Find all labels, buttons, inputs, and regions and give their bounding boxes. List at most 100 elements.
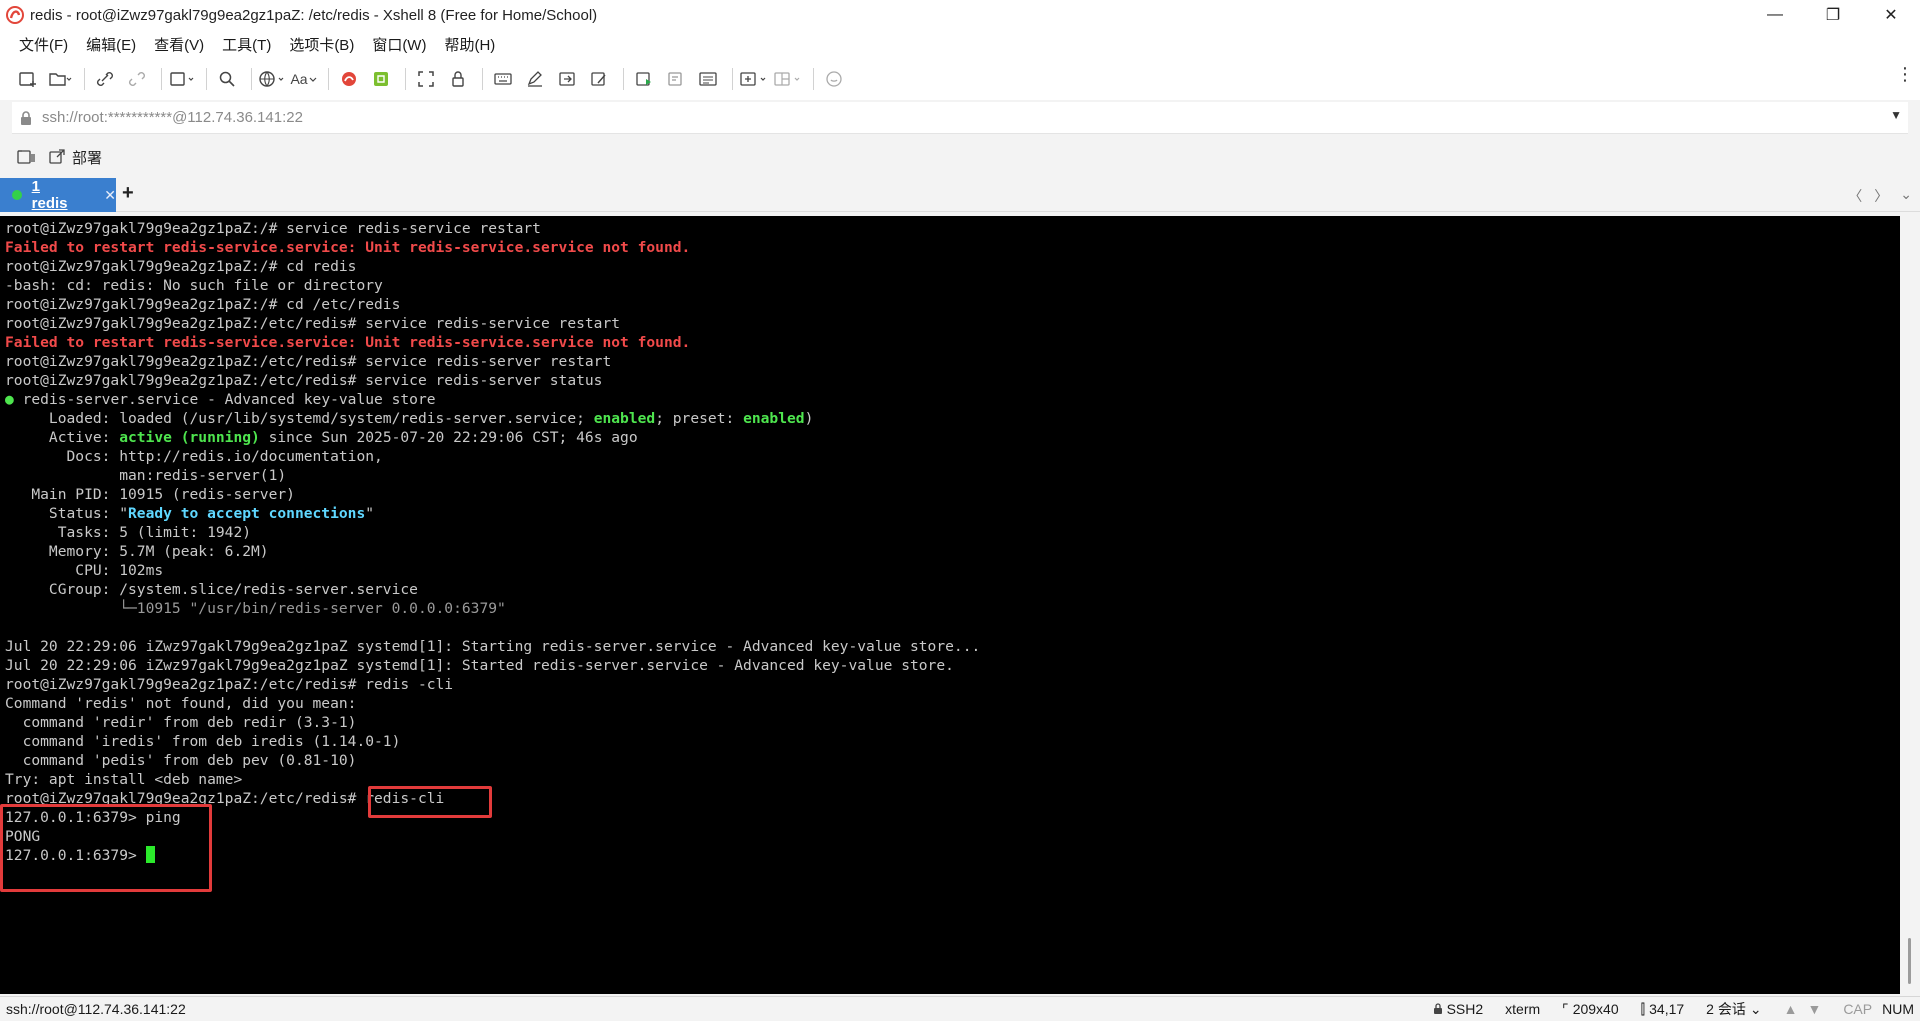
terminal-text: root@iZwz97gakl79g9ea2gz1paZ:/etc/redis#… <box>5 315 621 332</box>
address-input[interactable]: ssh://root:***********@112.74.36.141:22 <box>42 109 303 126</box>
font-label: Aa <box>290 71 308 87</box>
terminal-line: root@iZwz97gakl79g9ea2gz1paZ:/# service … <box>5 219 980 238</box>
chevron-down-icon[interactable]: ▼ <box>1890 108 1902 122</box>
terminal-line: Active: active (running) since Sun 2025-… <box>5 428 980 447</box>
terminal-line: Jul 20 22:29:06 iZwz97gakl79g9ea2gz1paZ … <box>5 637 980 656</box>
restore-button[interactable]: ❐ <box>1804 0 1862 30</box>
terminal-text: └─10915 "/usr/bin/redis-server 0.0.0.0:6… <box>5 600 506 617</box>
chevron-left-icon[interactable]: 〈 <box>1848 186 1862 206</box>
tab-redis[interactable]: 1 redis ✕ <box>0 178 116 212</box>
toolbar-separator <box>161 68 162 90</box>
lock-icon[interactable] <box>444 64 472 94</box>
font-icon[interactable]: Aa <box>290 64 318 94</box>
terminal-text: man:redis-server(1) <box>5 467 287 484</box>
menu-tab[interactable]: 选项卡(B) <box>280 34 363 55</box>
add-pane-icon[interactable] <box>739 64 769 94</box>
xshell-logo-icon <box>4 4 26 26</box>
layout-icon[interactable] <box>694 64 722 94</box>
menu-bar: 文件(F) 编辑(E) 查看(V) 工具(T) 选项卡(B) 窗口(W) 帮助(… <box>0 30 1920 58</box>
terminal-text: CPU: 102ms <box>5 562 164 579</box>
terminal-line: Docs: http://redis.io/documentation, <box>5 447 980 466</box>
deploy-button[interactable]: 部署 <box>48 147 102 168</box>
status-bar: ssh://root@112.74.36.141:22 SSH2 xterm ⌜… <box>0 996 1920 1020</box>
external-link-icon <box>49 149 65 164</box>
title-bar: redis - root@iZwz97gakl79g9ea2gz1paZ: /e… <box>0 0 1920 30</box>
menu-view[interactable]: 查看(V) <box>145 34 213 55</box>
keyboard-icon[interactable] <box>489 64 517 94</box>
menu-file[interactable]: 文件(F) <box>10 34 77 55</box>
terminal-line: CGroup: /system.slice/redis-server.servi… <box>5 580 980 599</box>
close-button[interactable]: ✕ <box>1862 0 1920 30</box>
terminal-text: ; preset: <box>655 410 744 427</box>
terminal-line: Tasks: 5 (limit: 1942) <box>5 523 980 542</box>
status-cap: CAP <box>1843 1001 1873 1017</box>
terminal[interactable]: root@iZwz97gakl79g9ea2gz1paZ:/# service … <box>0 216 1900 994</box>
toolbar-separator <box>813 68 814 90</box>
lock-icon <box>12 110 40 126</box>
macro-icon[interactable] <box>630 64 658 94</box>
send-icon[interactable] <box>553 64 581 94</box>
quick-bar-icon[interactable] <box>16 148 36 166</box>
terminal-text: Failed to restart redis-service.service:… <box>5 239 691 256</box>
xftp-icon[interactable] <box>335 64 363 94</box>
status-sessions[interactable]: 2 会话 <box>1706 999 1746 1019</box>
terminal-line: root@iZwz97gakl79g9ea2gz1paZ:/etc/redis#… <box>5 352 980 371</box>
connection-status-icon <box>12 190 22 200</box>
globe-icon[interactable] <box>258 64 286 94</box>
terminal-text: Active: <box>5 429 120 446</box>
scrollbar-thumb[interactable] <box>1908 938 1911 984</box>
minimize-button[interactable]: — <box>1746 0 1804 30</box>
compose-icon[interactable] <box>521 64 549 94</box>
toolbar-separator <box>482 68 483 90</box>
script-icon[interactable] <box>585 64 613 94</box>
status-term-type: xterm <box>1505 1001 1541 1017</box>
new-tab-icon[interactable] <box>168 64 196 94</box>
menu-tools[interactable]: 工具(T) <box>213 34 280 55</box>
unlink-icon[interactable] <box>123 64 151 94</box>
terminal-line: Jul 20 22:29:06 iZwz97gakl79g9ea2gz1paZ … <box>5 656 980 675</box>
terminal-text: command 'iredis' from deb iredis (1.14.0… <box>5 733 401 750</box>
terminal-line: Main PID: 10915 (redis-server) <box>5 485 980 504</box>
xmanager-icon[interactable] <box>367 64 395 94</box>
new-session-icon[interactable] <box>14 64 42 94</box>
chevron-down-icon[interactable]: ⌄ <box>1750 1001 1762 1018</box>
chat-icon[interactable] <box>820 64 848 94</box>
terminal-text: Status: " <box>5 505 129 522</box>
split-icon[interactable] <box>773 64 803 94</box>
terminal-line: Memory: 5.7M (peak: 6.2M) <box>5 542 980 561</box>
menu-edit[interactable]: 编辑(E) <box>77 34 145 55</box>
menu-help[interactable]: 帮助(H) <box>435 34 504 55</box>
terminal-output: root@iZwz97gakl79g9ea2gz1paZ:/# service … <box>5 219 980 865</box>
arrow-up-icon[interactable]: ▲ <box>1784 1001 1798 1017</box>
toolbar-separator <box>84 68 85 90</box>
more-options-icon[interactable]: ⋮ <box>1896 64 1914 85</box>
toolbar-separator <box>732 68 733 90</box>
status-num: NUM <box>1882 1001 1914 1017</box>
toolbar: Aa ⋮ <box>0 58 1920 100</box>
terminal-text: Try: apt install <deb name> <box>5 771 243 788</box>
chevron-down-icon[interactable]: ⌄ <box>1900 186 1912 206</box>
vertical-scrollbar[interactable] <box>1900 216 1920 994</box>
add-tab-button[interactable]: + <box>122 182 134 205</box>
terminal-text: Jul 20 22:29:06 iZwz97gakl79g9ea2gz1paZ … <box>5 657 954 674</box>
cursor-position-icon: ⫿ <box>1640 1000 1646 1017</box>
size-icon: ⌜ <box>1562 1000 1569 1017</box>
address-bar[interactable]: ssh://root:***********@112.74.36.141:22 … <box>12 102 1908 134</box>
status-cursor-pos: 34,17 <box>1649 1001 1685 1017</box>
link-icon[interactable] <box>91 64 119 94</box>
deploy-label: 部署 <box>72 149 103 167</box>
terminal-line: man:redis-server(1) <box>5 466 980 485</box>
find-icon[interactable] <box>213 64 241 94</box>
fullscreen-icon[interactable] <box>412 64 440 94</box>
menu-window[interactable]: 窗口(W) <box>363 34 435 55</box>
open-icon[interactable] <box>46 64 74 94</box>
status-size: 209x40 <box>1572 1001 1619 1017</box>
terminal-text: root@iZwz97gakl79g9ea2gz1paZ:/etc/redis#… <box>5 676 454 693</box>
lock-icon <box>1433 1003 1442 1014</box>
terminal-text: CGroup: /system.slice/redis-server.servi… <box>5 581 418 598</box>
arrow-down-icon[interactable]: ▼ <box>1807 1001 1821 1017</box>
chevron-right-icon[interactable]: 〉 <box>1874 186 1888 206</box>
log-icon[interactable] <box>662 64 690 94</box>
terminal-text: root@iZwz97gakl79g9ea2gz1paZ:/etc/redis#… <box>5 372 603 389</box>
close-tab-icon[interactable]: ✕ <box>104 187 116 204</box>
